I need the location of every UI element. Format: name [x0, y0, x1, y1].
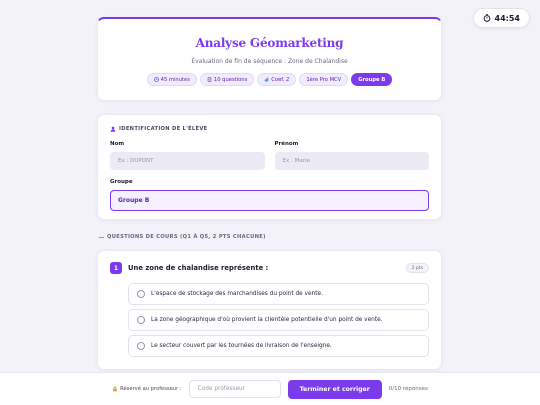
duration-badge: 45 minutes [146, 73, 197, 86]
answers-count: 0/10 réponses [388, 386, 428, 392]
timer-value: 44:54 [494, 13, 520, 23]
questions-section-heading: QUESTIONS DE COURS (Q1 À Q5, 2 PTS CHACU… [99, 234, 266, 240]
prenom-field: Prénom Ex : Marie [274, 141, 429, 170]
teacher-reserved-label: Réservé au professeur : [112, 386, 182, 392]
nom-field: Nom Ex : DUPONT [110, 141, 265, 170]
nom-input[interactable]: Ex : DUPONT [110, 152, 265, 170]
nom-label: Nom [110, 141, 125, 147]
prenom-input[interactable]: Ex : Marie [274, 152, 429, 170]
timer: 44:54 [472, 8, 530, 28]
page-title: Analyse Géomarketing [195, 36, 344, 50]
student-icon [110, 126, 116, 132]
question-number: 1 [110, 262, 122, 274]
clock-icon [153, 77, 159, 82]
option-label: La zone géographique d'où provient la cl… [151, 317, 383, 323]
heading-dash [99, 236, 104, 238]
lock-icon [113, 386, 117, 392]
question-text: Une zone de chalandise représente : [128, 264, 269, 272]
option-label: Le secteur couvert par les tournées de l… [151, 343, 332, 349]
question-points: 2 pts [405, 263, 429, 273]
groupe-label: Groupe [110, 179, 133, 185]
answer-options: L'espace de stockage des marchandises du… [128, 283, 429, 357]
badge-row: 45 minutes 10 questions Coef. 2 1ère Pro… [98, 73, 441, 86]
finish-and-grade-button[interactable]: Terminer et corriger [287, 379, 382, 399]
groupe-input[interactable]: Groupe B [110, 190, 429, 211]
answer-option-a[interactable]: L'espace de stockage des marchandises du… [128, 283, 429, 305]
answer-option-b[interactable]: La zone géographique d'où provient la cl… [128, 309, 429, 331]
radio-button[interactable] [137, 316, 145, 324]
header-card: Analyse Géomarketing Évaluation de fin d… [97, 17, 442, 101]
stopwatch-icon [483, 14, 490, 22]
footer-bar: Réservé au professeur : Code professeur … [0, 372, 540, 405]
questions-badge: 10 questions [199, 73, 255, 86]
prenom-label: Prénom [274, 141, 299, 147]
radio-button[interactable] [137, 342, 145, 350]
coefficient-badge: Coef. 2 [257, 73, 297, 86]
question-card: 1 Une zone de chalandise représente : 2 … [97, 250, 442, 370]
answer-option-c[interactable]: Le secteur couvert par les tournées de l… [128, 335, 429, 357]
teacher-code-input[interactable]: Code professeur [188, 380, 281, 398]
question-header: 1 Une zone de chalandise représente : 2 … [110, 262, 429, 274]
identification-card: IDENTIFICATION DE L'ÉLÈVE Nom Ex : DUPON… [97, 114, 442, 220]
radio-button[interactable] [137, 290, 145, 298]
class-badge: 1ère Pro MCV [299, 73, 349, 86]
group-badge: Groupe B [351, 73, 393, 86]
document-icon [207, 77, 212, 82]
identification-heading: IDENTIFICATION DE L'ÉLÈVE [110, 126, 429, 132]
option-label: L'espace de stockage des marchandises du… [151, 291, 323, 297]
bar-chart-icon [265, 77, 269, 82]
page-subtitle: Évaluation de fin de séquence : Zone de … [191, 58, 348, 65]
